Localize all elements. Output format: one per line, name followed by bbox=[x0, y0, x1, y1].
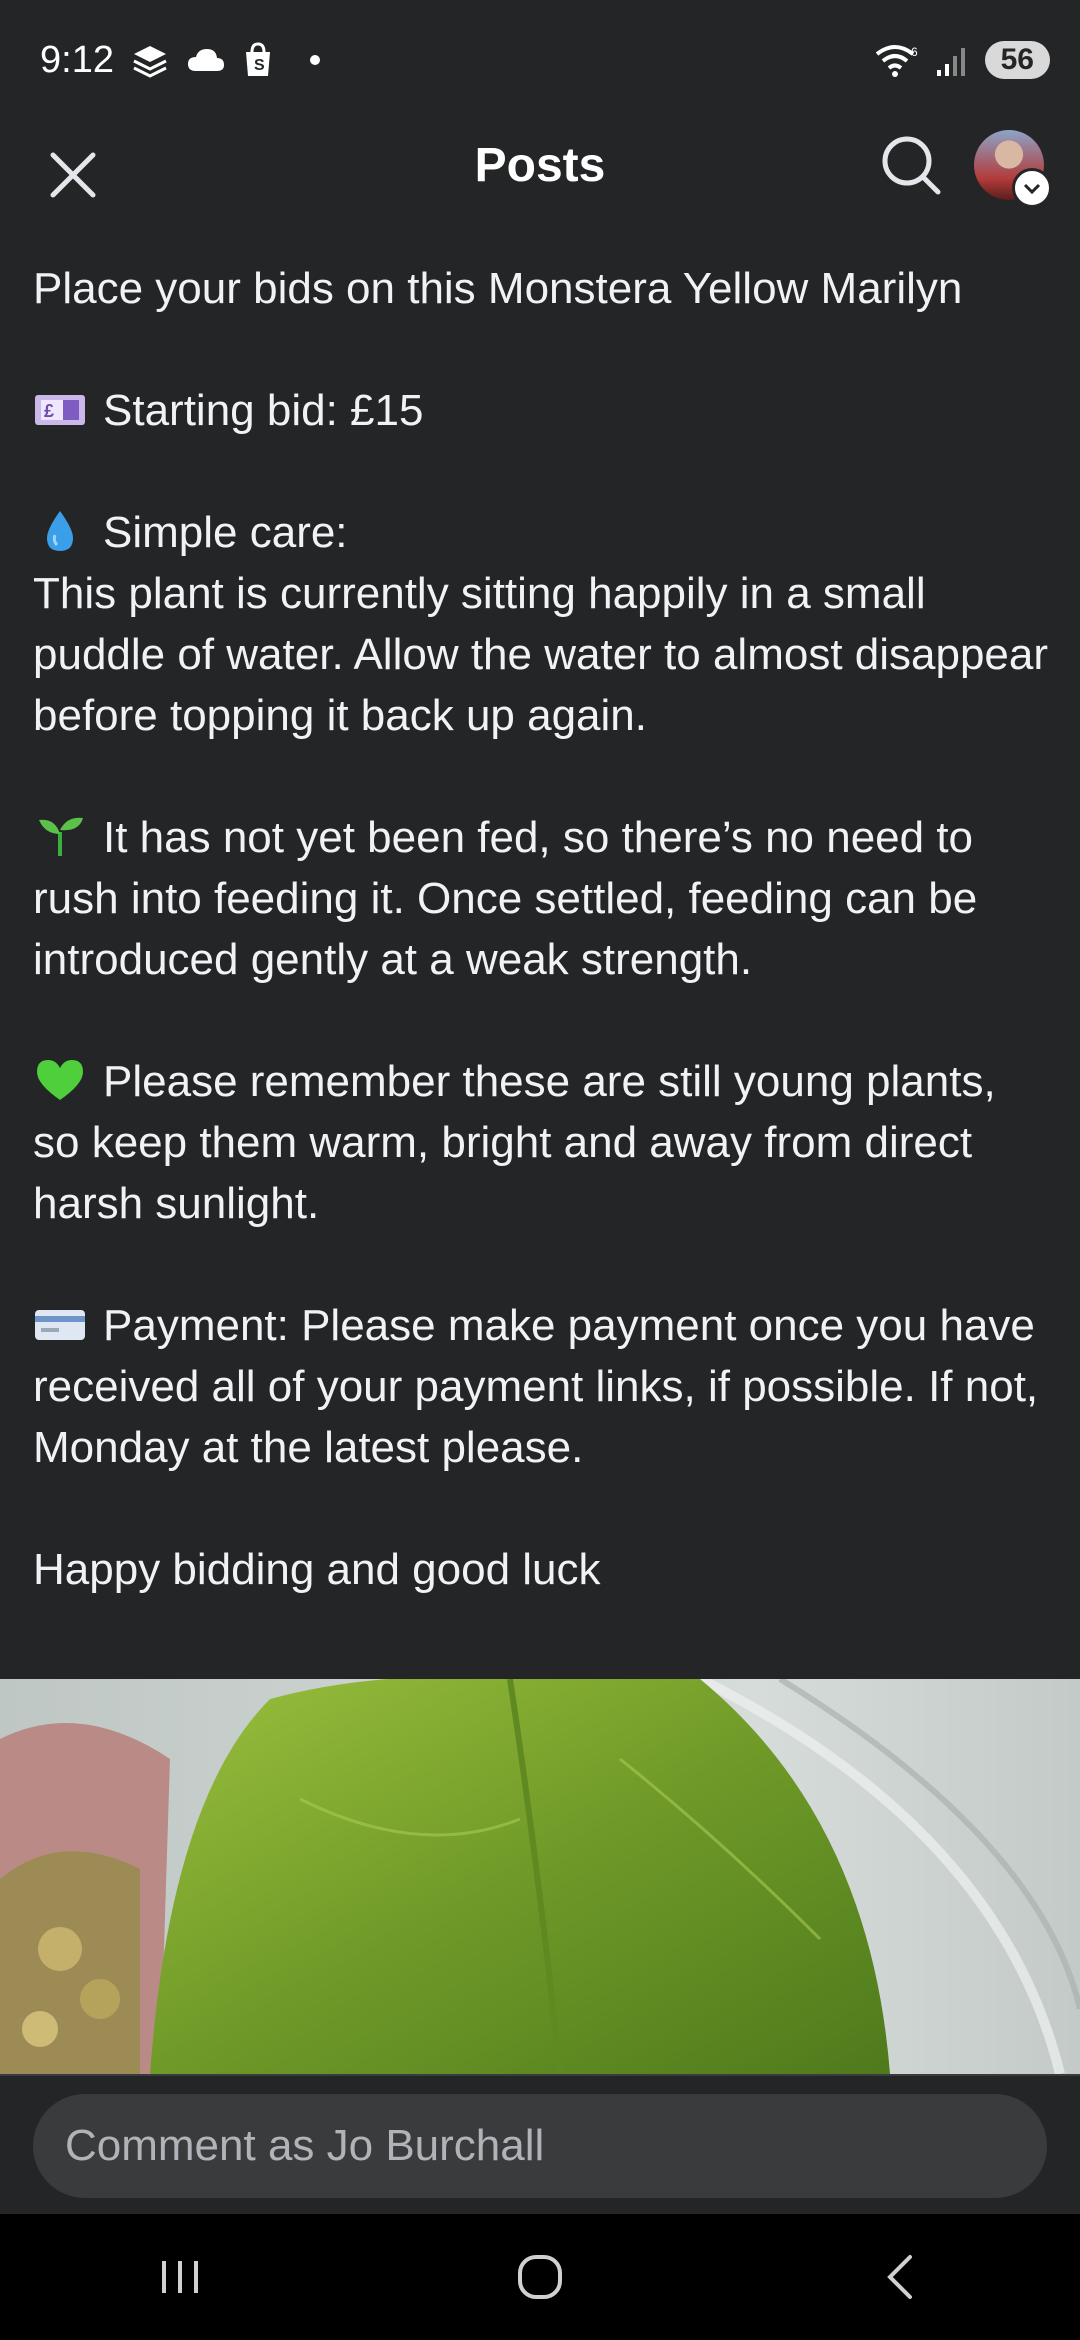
feeding-section: It has not yet been fed, so there’s no n… bbox=[33, 807, 1053, 990]
post-title-line: Place your bids on this Monstera Yellow … bbox=[33, 264, 963, 313]
search-button[interactable] bbox=[876, 130, 946, 200]
young-plants-section: Please remember these are still young pl… bbox=[33, 1051, 1053, 1234]
close-button[interactable] bbox=[38, 140, 108, 210]
signal-icon bbox=[936, 48, 965, 76]
monstera-leaf-photo bbox=[0, 1679, 1080, 2074]
care-heading: Simple care: bbox=[103, 508, 348, 557]
comment-bar: Comment as Jo Burchall bbox=[0, 2074, 1080, 2216]
feeding-text: It has not yet been fed, so there’s no n… bbox=[33, 813, 978, 984]
water-drop-icon bbox=[47, 511, 73, 551]
recent-apps-button[interactable] bbox=[120, 2232, 240, 2322]
svg-text:6: 6 bbox=[911, 45, 918, 59]
system-navigation-bar bbox=[0, 2214, 1080, 2340]
home-button[interactable] bbox=[480, 2232, 600, 2322]
seedling-icon bbox=[39, 817, 83, 856]
top-app-bar: Posts bbox=[0, 120, 1080, 210]
wifi-icon: 6 bbox=[875, 45, 918, 77]
starting-bid-text: Starting bid: £15 bbox=[103, 386, 424, 435]
status-time: 9:12 bbox=[40, 38, 114, 81]
chevron-down-icon[interactable] bbox=[1012, 168, 1052, 208]
shopping-bag-icon: S bbox=[245, 42, 270, 76]
young-plants-text: Please remember these are still young pl… bbox=[33, 1057, 996, 1228]
post-body: Place your bids on this Monstera Yellow … bbox=[33, 258, 1053, 1600]
back-icon bbox=[887, 2255, 912, 2299]
green-heart-icon bbox=[37, 1060, 83, 1100]
home-icon bbox=[518, 2255, 562, 2299]
layers-icon bbox=[133, 46, 167, 78]
payment-text: Payment: Please make payment once you ha… bbox=[33, 1301, 1039, 1472]
cloud-icon bbox=[187, 49, 224, 71]
back-button[interactable] bbox=[840, 2232, 960, 2322]
starting-bid-line: £ Starting bid: £15 bbox=[33, 380, 1053, 441]
pound-banknote-icon: £ bbox=[35, 395, 85, 425]
recent-apps-icon bbox=[162, 2261, 198, 2293]
svg-text:S: S bbox=[254, 57, 265, 74]
battery-indicator: 56 bbox=[984, 41, 1050, 79]
comment-input[interactable]: Comment as Jo Burchall bbox=[33, 2094, 1047, 2198]
page-title: Posts bbox=[474, 138, 606, 192]
post-image[interactable] bbox=[0, 1679, 1080, 2074]
care-section: Simple care: This plant is currently sit… bbox=[33, 502, 1053, 746]
care-text: This plant is currently sitting happily … bbox=[33, 569, 1049, 740]
notification-dot bbox=[309, 55, 320, 65]
payment-section: Payment: Please make payment once you ha… bbox=[33, 1295, 1053, 1478]
svg-text:£: £ bbox=[44, 401, 54, 421]
credit-card-icon bbox=[35, 1310, 85, 1340]
status-bar: 9:12 S 6 56 bbox=[0, 0, 1080, 120]
closing-line: Happy bidding and good luck bbox=[33, 1545, 601, 1594]
